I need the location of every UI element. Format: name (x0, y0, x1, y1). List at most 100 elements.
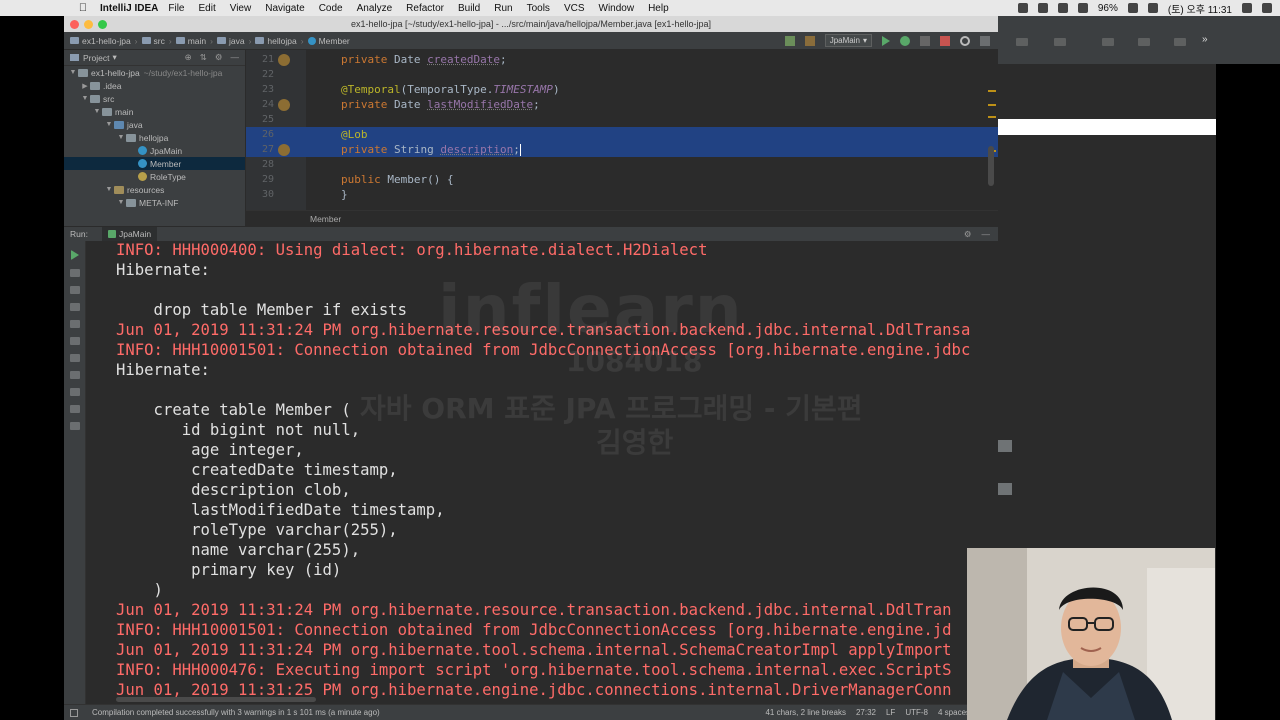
menu-edit[interactable]: Edit (198, 3, 215, 14)
stop-icon[interactable] (69, 269, 80, 277)
collapsed-arrow-icon[interactable]: ▶ (80, 82, 90, 90)
line-number[interactable]: 28 (246, 159, 274, 170)
line-number[interactable]: 23 (246, 84, 274, 95)
editor-scrollbar[interactable] (988, 146, 994, 186)
code-text[interactable]: private Date createdDate; (341, 53, 507, 66)
menu-window[interactable]: Window (599, 3, 635, 14)
console-scrollbar[interactable] (116, 697, 316, 702)
coverage-icon[interactable] (920, 35, 930, 46)
menu-help[interactable]: Help (648, 3, 669, 14)
expanded-arrow-icon[interactable]: ▼ (92, 108, 102, 115)
menu-analyze[interactable]: Analyze (357, 3, 393, 14)
code-line[interactable]: 30} (246, 187, 998, 202)
print-icon[interactable] (69, 371, 80, 379)
window-titlebar[interactable]: ex1-hello-jpa [~/study/ex1-hello-jpa] - … (64, 16, 998, 32)
build-icon[interactable] (784, 35, 795, 46)
collapse-icon[interactable] (998, 483, 1012, 495)
caret-position[interactable]: 27:32 (856, 708, 876, 717)
code-line[interactable]: 24 private Date lastModifiedDate; (246, 97, 998, 112)
apple-menu-icon[interactable]:  (72, 2, 94, 14)
project-structure-icon[interactable] (980, 35, 990, 46)
code-line[interactable]: 25 (246, 112, 998, 127)
menu-build[interactable]: Build (458, 3, 480, 14)
toolbar-icon[interactable] (1054, 38, 1066, 46)
run-console[interactable]: INFO: HHH000400: Using dialect: org.hibe… (86, 241, 998, 704)
breadcrumb-main[interactable]: main › (175, 36, 213, 46)
code-text[interactable]: } (341, 188, 348, 201)
code-text[interactable]: private Date lastModifiedDate; (341, 98, 540, 111)
breadcrumb-src[interactable]: src › (141, 36, 172, 46)
status-message[interactable]: Compilation completed successfully with … (92, 708, 380, 717)
menu-view[interactable]: View (230, 3, 252, 14)
hide-icon[interactable]: — (231, 52, 240, 63)
tree-node-hellojpa[interactable]: ▼ hellojpa (64, 131, 245, 144)
toolbar-icon[interactable] (1138, 38, 1150, 46)
code-text[interactable]: @Temporal(TemporalType.TIMESTAMP) (341, 83, 560, 96)
tree-node-src[interactable]: ▼ src (64, 92, 245, 105)
code-text[interactable]: private String description; (341, 143, 521, 156)
locate-icon[interactable]: ⊕ (185, 52, 192, 63)
pin-icon[interactable] (69, 422, 80, 430)
menu-run[interactable]: Run (494, 3, 512, 14)
code-line[interactable]: 21 private Date createdDate; (246, 52, 998, 67)
indent-setting[interactable]: 4 spaces (938, 708, 970, 717)
expanded-arrow-icon[interactable]: ▼ (116, 199, 126, 206)
layout-icon[interactable] (69, 405, 80, 413)
run-configuration-select[interactable]: JpaMain ▾ (824, 34, 872, 47)
editor-breadcrumb[interactable]: Member (246, 210, 998, 226)
gear-icon[interactable]: ⚙ (215, 52, 223, 63)
tree-node-main[interactable]: ▼ main (64, 105, 245, 118)
line-number[interactable]: 22 (246, 69, 274, 80)
line-number[interactable]: 21 (246, 54, 274, 65)
tree-node-java[interactable]: ▼ java (64, 118, 245, 131)
pause-icon[interactable] (69, 303, 80, 311)
menu-vcs[interactable]: VCS (564, 3, 585, 14)
rerun-icon[interactable] (70, 250, 79, 260)
input-source-icon[interactable] (1147, 3, 1158, 13)
breadcrumb-java[interactable]: java › (216, 36, 251, 46)
code-line[interactable]: 26 @Lob (246, 127, 998, 142)
code-line[interactable]: 22 (246, 67, 998, 82)
settings-icon[interactable] (69, 337, 80, 345)
wifi-icon[interactable] (1077, 3, 1088, 13)
toolbar-icon[interactable] (1102, 38, 1114, 46)
toolwindows-icon[interactable] (70, 708, 78, 717)
code-text[interactable]: public Member() { (341, 173, 454, 186)
menu-navigate[interactable]: Navigate (265, 3, 304, 14)
bluetooth-icon[interactable] (1057, 3, 1068, 13)
menubar-clock[interactable]: (토) 오후 11:31 (1168, 1, 1232, 16)
run-tab-jpamain[interactable]: JpaMain (101, 226, 158, 242)
chevron-down-icon[interactable]: ▾ (112, 52, 116, 63)
run-icon[interactable] (882, 35, 890, 46)
menu-code[interactable]: Code (319, 3, 343, 14)
toolbar-icon[interactable] (1174, 38, 1186, 46)
line-number[interactable]: 30 (246, 189, 274, 200)
toolbar-icon[interactable] (1016, 38, 1028, 46)
hammer-icon[interactable] (804, 35, 815, 46)
notification-center-icon[interactable] (1262, 3, 1272, 13)
project-view-select[interactable]: Project (83, 53, 109, 63)
app-menu[interactable]: IntelliJ IDEA (100, 3, 158, 14)
expanded-arrow-icon[interactable]: ▼ (116, 134, 126, 141)
code-text[interactable]: @Lob (341, 128, 368, 141)
dump-threads-icon[interactable] (69, 320, 80, 328)
line-separator[interactable]: LF (886, 708, 895, 717)
status-app-icon[interactable] (1037, 3, 1048, 13)
expanded-arrow-icon[interactable]: ▼ (80, 95, 90, 102)
tree-node-root[interactable]: ▼ ex1-hello-jpa ~/study/ex1-hello-jpa (64, 66, 245, 79)
expanded-arrow-icon[interactable]: ▼ (104, 121, 114, 128)
battery-percent[interactable]: 96% (1098, 3, 1118, 14)
menu-file[interactable]: File (168, 3, 184, 14)
battery-icon[interactable] (1127, 3, 1138, 13)
field-annotation-icon[interactable] (278, 98, 290, 111)
menu-refactor[interactable]: Refactor (406, 3, 444, 14)
collapse-all-icon[interactable]: ⇅ (200, 52, 207, 63)
code-line[interactable]: 29 public Member() { (246, 172, 998, 187)
breadcrumb-member[interactable]: Member (307, 36, 350, 46)
file-encoding[interactable]: UTF-8 (905, 708, 928, 717)
hide-icon[interactable]: — (982, 229, 991, 240)
tree-node-roletype[interactable]: RoleType (64, 170, 245, 183)
line-number[interactable]: 24 (246, 99, 274, 110)
collapse-icon[interactable] (998, 440, 1012, 452)
line-number[interactable]: 26 (246, 129, 274, 140)
